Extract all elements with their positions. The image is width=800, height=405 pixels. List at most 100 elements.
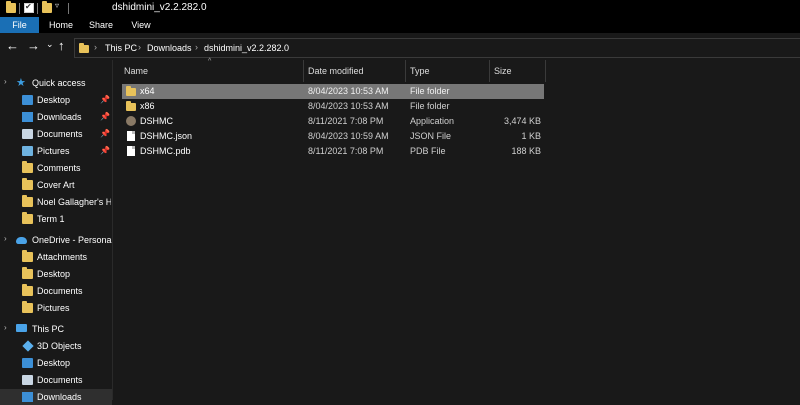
sidebar-item-label: Noel Gallagher's Hi [37,197,111,207]
sidebar-item-label: Documents [37,286,83,296]
documents-icon [22,129,33,139]
back-arrow-icon[interactable]: ← [6,38,19,54]
sidebar-item-3d-objects[interactable]: 3D Objects [0,338,112,354]
file-type: Application [410,116,454,126]
breadcrumb-this-pc[interactable]: This PC [105,43,137,53]
sidebar-item-label: Desktop [37,95,70,105]
sidebar-item-label: OneDrive - Personal [32,235,112,245]
sidebar-item-label: Quick access [32,78,86,88]
sidebar-item-label: Desktop [37,269,70,279]
sidebar-item-pictures[interactable]: Pictures 📌 [0,143,112,159]
column-divider[interactable] [405,60,406,82]
folder-icon [22,163,33,173]
sidebar-item-label: Documents [37,375,83,385]
sidebar-item-documents[interactable]: Documents 📌 [0,126,112,142]
up-arrow-icon[interactable]: ↑ [58,38,65,54]
folder-icon [6,3,16,13]
folder-icon [22,180,33,190]
sidebar-item-attachments[interactable]: Attachments [0,249,112,265]
pin-icon: 📌 [100,129,110,138]
star-icon: ★ [16,78,27,88]
column-divider[interactable] [545,60,546,82]
chevron-down-icon[interactable]: › [4,77,7,86]
folder-icon [22,286,33,296]
sidebar-item-onedrive-pictures[interactable]: Pictures [0,300,112,316]
title-bar: ▿ dshidmini_v2.2.282.0 [0,0,800,17]
sidebar-item-term-1[interactable]: Term 1 [0,211,112,227]
file-date-modified: 8/11/2021 7:08 PM [308,146,383,156]
tab-share[interactable]: Share [84,17,118,33]
column-divider[interactable] [303,60,304,82]
sidebar-item-label: Downloads [37,392,82,402]
breadcrumb-separator[interactable]: › [138,42,141,52]
column-header-type[interactable]: Type [410,66,430,76]
desktop-icon [22,358,33,368]
folder-icon [79,45,89,53]
file-type: JSON File [410,131,451,141]
tab-file[interactable]: File [0,17,39,33]
breadcrumb-downloads[interactable]: Downloads [147,43,192,53]
toolbar-divider [19,3,20,14]
file-date-modified: 8/04/2023 10:53 AM [308,101,389,111]
chevron-right-icon[interactable]: › [4,234,7,243]
sidebar-item-this-pc[interactable]: › This PC [0,321,112,337]
breadcrumb-separator[interactable]: › [195,42,198,52]
column-header-date-modified[interactable]: Date modified [308,66,364,76]
sidebar-item-comments[interactable]: Comments [0,160,112,176]
sidebar-item-desktop[interactable]: Desktop 📌 [0,92,112,108]
pin-icon: 📌 [100,146,110,155]
sidebar-item-onedrive-desktop[interactable]: Desktop [0,266,112,282]
breadcrumb-separator[interactable]: › [94,42,97,52]
column-header-name[interactable]: Name [124,66,148,76]
tab-home[interactable]: Home [44,17,78,33]
sidebar-item-pc-documents[interactable]: Documents [0,372,112,388]
sidebar-item-label: Cover Art [37,180,75,190]
folder-icon [22,303,33,313]
file-name: x64 [140,86,155,96]
sidebar-item-label: Pictures [37,146,70,156]
folder-icon [126,103,136,111]
file-date-modified: 8/11/2021 7:08 PM [308,116,383,126]
file-row-x86[interactable]: x86 8/04/2023 10:53 AM File folder [122,99,544,114]
file-size: 1 KB [521,131,541,141]
file-size: 3,474 KB [504,116,541,126]
quick-access-toolbar-dropdown-icon[interactable]: ▿ [55,1,59,10]
sidebar-item-noel-gallagher[interactable]: Noel Gallagher's Hi [0,194,112,210]
cloud-icon [16,237,27,244]
column-header-size[interactable]: Size [494,66,512,76]
sidebar-item-label: Comments [37,163,81,173]
file-type: File folder [410,101,450,111]
downloads-icon [22,112,33,122]
chevron-down-icon[interactable]: › [4,323,7,332]
file-name: DSHMC [140,116,173,126]
recent-locations-dropdown-icon[interactable]: ⌄ [46,36,54,52]
properties-checkbox-icon[interactable] [24,3,34,13]
file-row-dshmc-json[interactable]: DSHMC.json 8/04/2023 10:59 AM JSON File … [122,129,544,144]
file-name: x86 [140,101,155,111]
sidebar-item-quick-access[interactable]: › ★ Quick access [0,75,112,91]
sidebar-item-onedrive[interactable]: › OneDrive - Personal [0,232,112,248]
document-icon [127,146,135,156]
sidebar-item-pc-downloads[interactable]: Downloads [0,389,112,405]
sidebar-item-label: Term 1 [37,214,65,224]
sidebar-item-label: This PC [32,324,64,334]
application-icon [126,116,136,126]
sidebar-item-cover-art[interactable]: Cover Art [0,177,112,193]
documents-icon [22,375,33,385]
sidebar-item-onedrive-documents[interactable]: Documents [0,283,112,299]
pane-divider[interactable] [112,60,113,400]
folder-icon [22,269,33,279]
column-divider[interactable] [489,60,490,82]
breadcrumb-current-folder[interactable]: dshidmini_v2.2.282.0 [204,43,289,53]
sidebar-item-downloads[interactable]: Downloads 📌 [0,109,112,125]
address-bar[interactable]: › This PC › Downloads › dshidmini_v2.2.2… [74,38,800,58]
file-row-dshmc[interactable]: DSHMC 8/11/2021 7:08 PM Application 3,47… [122,114,544,129]
sidebar-item-pc-desktop[interactable]: Desktop [0,355,112,371]
file-row-dshmc-pdb[interactable]: DSHMC.pdb 8/11/2021 7:08 PM PDB File 188… [122,144,544,159]
new-folder-icon[interactable] [42,3,52,13]
3d-objects-icon [22,340,33,351]
forward-arrow-icon[interactable]: → [27,38,40,54]
file-row-x64[interactable]: x64 8/04/2023 10:53 AM File folder [122,84,544,99]
tab-view[interactable]: View [124,17,158,33]
window-title: dshidmini_v2.2.282.0 [112,2,207,13]
